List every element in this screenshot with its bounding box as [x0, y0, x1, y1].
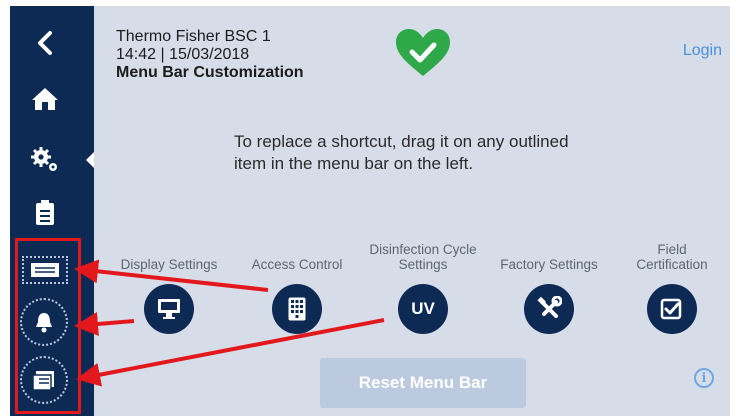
home-icon[interactable] — [28, 82, 62, 116]
uv-icon[interactable]: UV — [398, 284, 448, 334]
main-panel: Thermo Fisher BSC 1 14:42 | 15/03/2018 M… — [94, 6, 730, 416]
back-icon[interactable] — [28, 26, 62, 60]
option-field-certification[interactable]: Field Certification — [620, 242, 724, 334]
info-icon[interactable]: i — [694, 368, 714, 388]
checkbox-icon[interactable] — [647, 284, 697, 334]
reset-menu-bar-button[interactable]: Reset Menu Bar — [320, 358, 526, 408]
device-name: Thermo Fisher BSC 1 — [116, 28, 271, 45]
option-disinfection-cycle[interactable]: Disinfection Cycle Settings UV — [358, 242, 488, 334]
option-label: Field Certification — [636, 242, 708, 272]
page-title: Menu Bar Customization — [116, 64, 304, 81]
option-label: Access Control — [251, 257, 343, 272]
option-display-settings[interactable]: Display Settings — [104, 242, 234, 334]
datetime: 14:42 | 15/03/2018 — [116, 46, 250, 63]
instruction-text: To replace a shortcut, drag it on any ou… — [234, 132, 569, 173]
screen-frame: Thermo Fisher BSC 1 14:42 | 15/03/2018 M… — [0, 0, 736, 416]
option-label: Display Settings — [120, 257, 218, 272]
option-access-control[interactable]: Access Control — [238, 242, 356, 334]
heart-check-icon — [394, 28, 452, 83]
option-label: Factory Settings — [500, 257, 598, 272]
login-link[interactable]: Login — [683, 42, 722, 60]
option-factory-settings[interactable]: Factory Settings — [486, 242, 612, 334]
tools-icon[interactable] — [524, 284, 574, 334]
settings-icon[interactable] — [28, 142, 62, 176]
keypad-icon[interactable] — [272, 284, 322, 334]
option-label: Disinfection Cycle Settings — [369, 242, 477, 272]
logbook-icon[interactable] — [28, 196, 62, 230]
monitor-icon[interactable] — [144, 284, 194, 334]
highlight-box — [15, 238, 81, 414]
